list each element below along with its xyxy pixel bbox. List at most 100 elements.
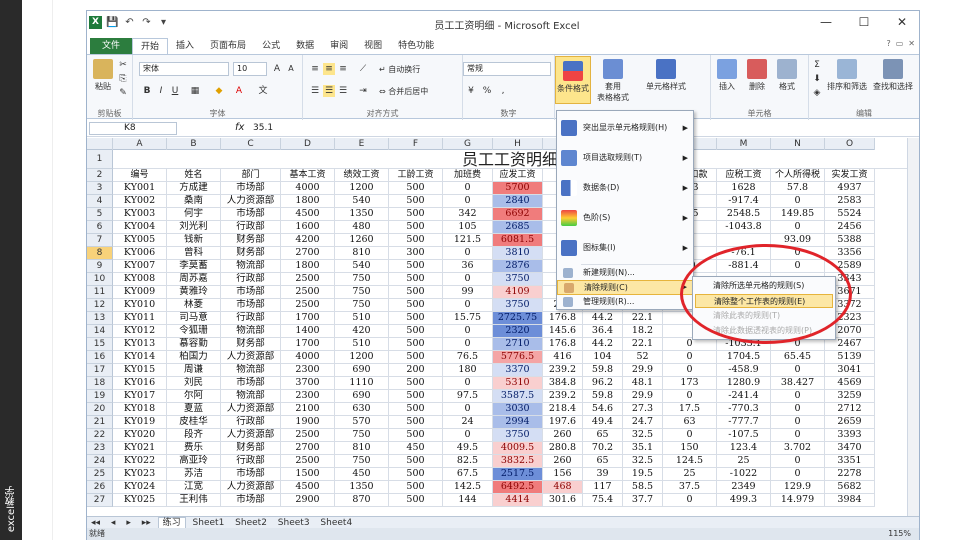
row-header[interactable]: 21 [87, 416, 113, 429]
table-cell[interactable]: 尔阿 [167, 390, 221, 403]
row-header[interactable]: 22 [87, 429, 113, 442]
table-cell[interactable]: 3393 [825, 429, 875, 442]
table-cell[interactable]: 500 [389, 403, 443, 416]
table-cell[interactable]: 870 [335, 494, 389, 507]
ribbon-min-icon[interactable]: ▭ [896, 39, 904, 48]
table-cell[interactable]: 540 [335, 195, 389, 208]
table-cell[interactable]: 150 [663, 442, 717, 455]
table-cell[interactable]: 93.09 [771, 234, 825, 247]
table-cell[interactable]: 1350 [335, 481, 389, 494]
row-header[interactable]: 23 [87, 442, 113, 455]
menu-data-bars[interactable]: 数据条(D) ▶ [557, 173, 693, 203]
close-button[interactable]: ✕ [891, 13, 913, 31]
table-cell[interactable]: 2517.5 [493, 468, 543, 481]
minimize-button[interactable]: — [815, 13, 837, 31]
column-header-b[interactable]: B [167, 138, 221, 150]
table-cell[interactable]: 14.979 [771, 494, 825, 507]
table-cell[interactable]: 52 [623, 351, 663, 364]
table-cell[interactable]: 6081.5 [493, 234, 543, 247]
table-cell[interactable]: 2300 [281, 390, 335, 403]
table-cell[interactable]: 0 [663, 364, 717, 377]
tab-formulas[interactable]: 公式 [254, 38, 288, 54]
table-cell[interactable]: 44.2 [583, 312, 623, 325]
percent-icon[interactable]: % [481, 85, 493, 97]
table-cell[interactable]: 690 [335, 390, 389, 403]
table-cell[interactable]: 65 [583, 429, 623, 442]
menu-icon-sets[interactable]: 图标集(I) ▶ [557, 233, 693, 263]
redo-icon[interactable]: ↷ [140, 16, 153, 29]
table-cell[interactable]: 129.9 [771, 481, 825, 494]
table-cell[interactable]: 1200 [335, 351, 389, 364]
column-header-n[interactable]: N [771, 138, 825, 150]
table-cell[interactable]: 121.5 [443, 234, 493, 247]
table-cell[interactable]: 59.8 [583, 390, 623, 403]
table-cell[interactable]: KY025 [113, 494, 167, 507]
table-cell[interactable]: 142.5 [443, 481, 493, 494]
table-cell[interactable]: 3.702 [771, 442, 825, 455]
menu-manage-rules[interactable]: 管理规则(R)... [557, 295, 693, 309]
menu-top-bottom-rules[interactable]: 项目选取规则(T) ▶ [557, 143, 693, 173]
table-cell[interactable]: 500 [389, 208, 443, 221]
table-cell[interactable]: 0 [443, 429, 493, 442]
underline-icon[interactable]: U [169, 85, 181, 97]
table-cell[interactable]: 0 [771, 364, 825, 377]
autosum-icon[interactable]: Σ [811, 59, 823, 71]
table-cell[interactable]: 2583 [825, 195, 875, 208]
row-header[interactable]: 12 [87, 299, 113, 312]
row-header[interactable]: 14 [87, 325, 113, 338]
table-cell[interactable]: 144 [443, 494, 493, 507]
insert-function-icon[interactable]: fx [235, 122, 244, 133]
table-cell[interactable]: 行政部 [221, 273, 281, 286]
table-cell[interactable]: 239.2 [543, 390, 583, 403]
table-cell[interactable]: 1800 [281, 195, 335, 208]
table-cell[interactable]: 416 [543, 351, 583, 364]
border-icon[interactable]: ▦ [189, 85, 201, 97]
table-cell[interactable]: 2548.5 [717, 208, 771, 221]
column-header-d[interactable]: D [281, 138, 335, 150]
table-cell[interactable]: 5310 [493, 377, 543, 390]
row-header[interactable]: 4 [87, 195, 113, 208]
table-cell[interactable]: 2589 [825, 260, 875, 273]
table-cell[interactable]: 3587.5 [493, 390, 543, 403]
row-header[interactable]: 1 [87, 150, 113, 169]
table-cell[interactable]: 2500 [281, 299, 335, 312]
font-size-box[interactable]: 10 [233, 62, 267, 76]
table-cell[interactable]: 1800 [281, 260, 335, 273]
table-cell[interactable]: 人力资源部 [221, 429, 281, 442]
table-cell[interactable]: 物流部 [221, 260, 281, 273]
menu-highlight-rules[interactable]: 突出显示单元格规则(H) ▶ [557, 113, 693, 143]
table-cell[interactable]: KY019 [113, 416, 167, 429]
row-header[interactable]: 10 [87, 273, 113, 286]
table-cell[interactable]: 0 [771, 195, 825, 208]
table-cell[interactable]: 499.3 [717, 494, 771, 507]
table-cell[interactable]: 500 [389, 260, 443, 273]
table-cell[interactable]: 2685 [493, 221, 543, 234]
table-cell[interactable]: 500 [389, 429, 443, 442]
table-cell[interactable]: KY016 [113, 377, 167, 390]
table-cell[interactable]: 480 [335, 221, 389, 234]
table-cell[interactable]: KY006 [113, 247, 167, 260]
table-cell[interactable]: 0 [771, 260, 825, 273]
table-cell[interactable]: 0 [771, 468, 825, 481]
table-cell[interactable]: 218.4 [543, 403, 583, 416]
table-cell[interactable]: 财务部 [221, 234, 281, 247]
tab-review[interactable]: 审阅 [322, 38, 356, 54]
table-cell[interactable]: 0 [663, 351, 717, 364]
number-format-box[interactable]: 常规 [463, 62, 551, 76]
table-cell[interactable]: 123.4 [717, 442, 771, 455]
table-cell[interactable]: 4937 [825, 182, 875, 195]
table-cell[interactable]: 500 [389, 338, 443, 351]
table-cell[interactable]: 540 [335, 260, 389, 273]
row-header[interactable]: 2 [87, 169, 113, 182]
table-cell[interactable]: 500 [389, 494, 443, 507]
table-cell[interactable]: 67.5 [443, 468, 493, 481]
row-header[interactable]: 16 [87, 351, 113, 364]
column-header-a[interactable]: A [113, 138, 167, 150]
clear-entire-sheet-rules[interactable]: 清除整个工作表的规则(E) [695, 294, 833, 308]
table-cell[interactable]: 176.8 [543, 338, 583, 351]
table-cell[interactable]: 5776.5 [493, 351, 543, 364]
menu-clear-rules[interactable]: 清除规则(C) ▶ [557, 280, 693, 295]
column-header-c[interactable]: C [221, 138, 281, 150]
table-cell[interactable]: 刘民 [167, 377, 221, 390]
table-cell[interactable]: 32.5 [623, 429, 663, 442]
